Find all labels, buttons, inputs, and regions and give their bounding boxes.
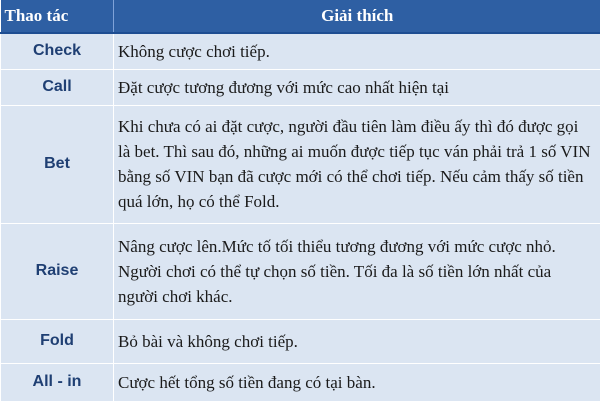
action-call: Call [0, 68, 114, 106]
explanation-bet: Khi chưa có ai đặt cược, người đầu tiên … [113, 104, 600, 224]
action-fold: Fold [0, 318, 114, 364]
explanation-all-in: Cược hết tổng số tiền đang có tại bàn. [113, 362, 600, 402]
explanation-fold: Bỏ bài và không chơi tiếp. [113, 318, 600, 364]
explanation-check: Không cược chơi tiếp. [113, 32, 600, 70]
table-row: Call Đặt cược tương đương với mức cao nh… [0, 68, 600, 106]
table-row: Bet Khi chưa có ai đặt cược, người đầu t… [0, 104, 600, 224]
explanation-raise: Nâng cược lên.Mức tố tối thiểu tương đươ… [113, 222, 600, 320]
table-header-row: Thao tác Giải thích [0, 0, 600, 34]
poker-actions-table: Thao tác Giải thích Check Không cược chơ… [0, 0, 600, 402]
table-row: All - in Cược hết tổng số tiền đang có t… [0, 362, 600, 402]
explanation-call: Đặt cược tương đương với mức cao nhất hi… [113, 68, 600, 106]
action-all-in: All - in [0, 362, 114, 402]
action-bet: Bet [0, 104, 114, 224]
table-row: Fold Bỏ bài và không chơi tiếp. [0, 318, 600, 364]
header-action: Thao tác [0, 0, 114, 34]
table-row: Check Không cược chơi tiếp. [0, 32, 600, 70]
action-raise: Raise [0, 222, 114, 320]
header-explanation: Giải thích [113, 0, 600, 34]
action-check: Check [0, 32, 114, 70]
table-row: Raise Nâng cược lên.Mức tố tối thiểu tươ… [0, 222, 600, 320]
